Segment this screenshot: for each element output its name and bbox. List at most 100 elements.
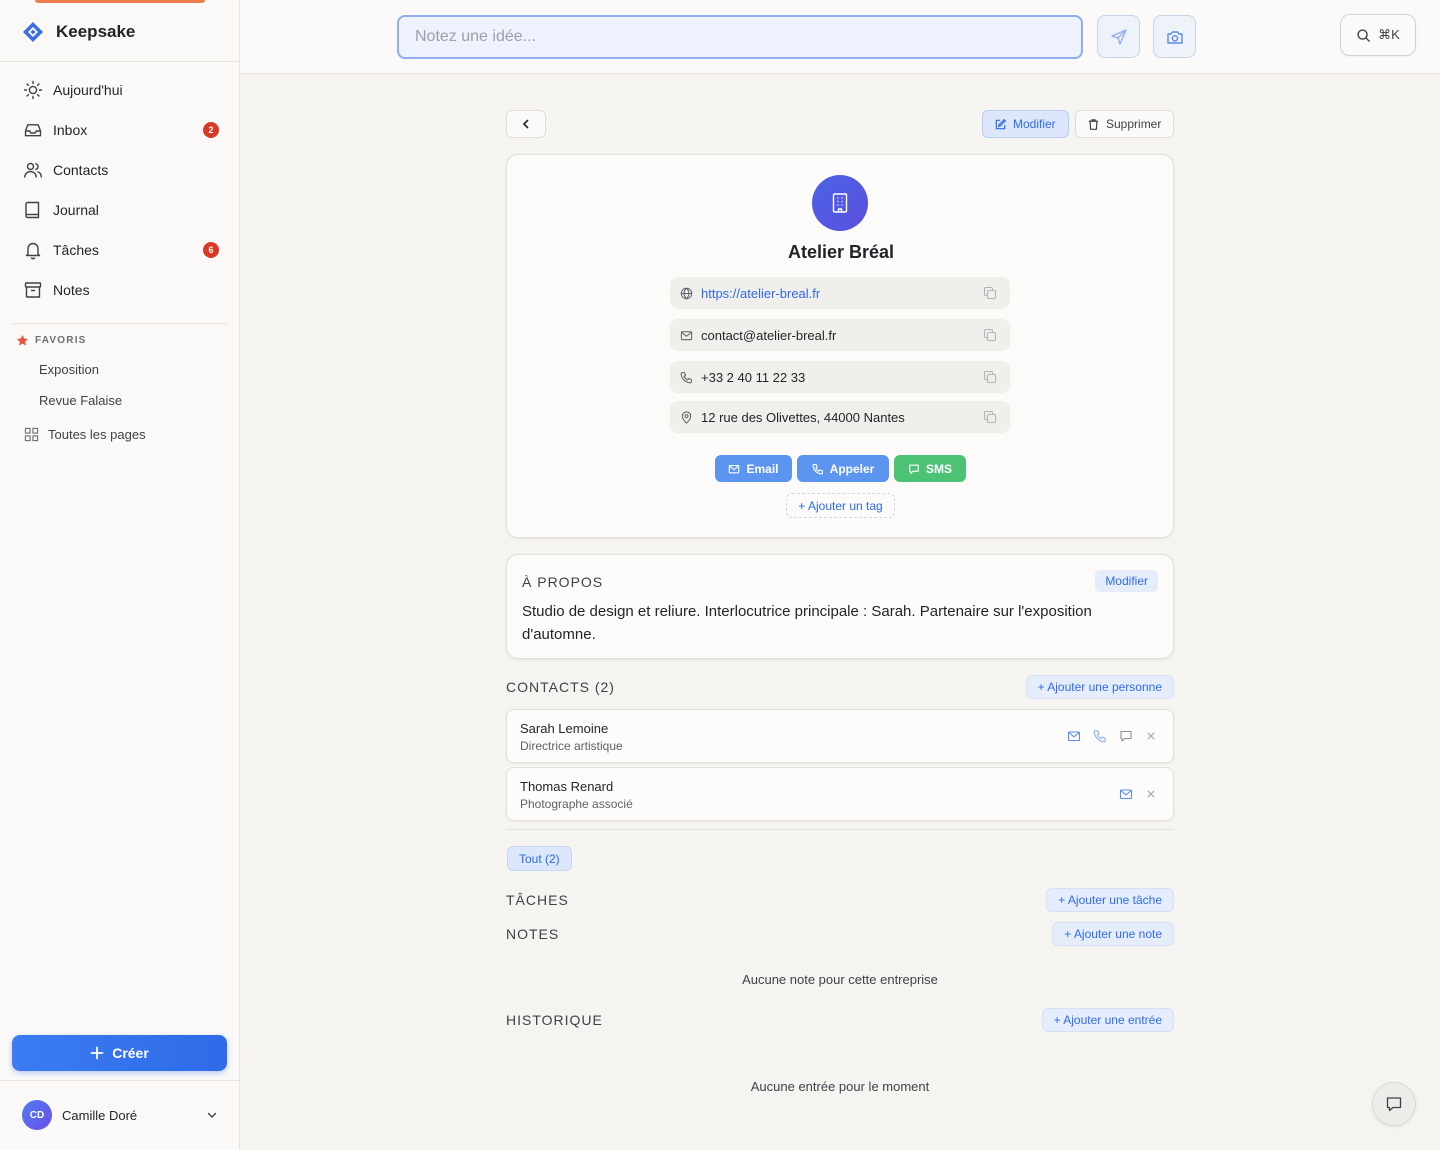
sidebar-divider [0, 61, 239, 62]
add-person-button[interactable]: + Ajouter une personne [1025, 675, 1174, 699]
favorites-title: FAVORIS [35, 335, 87, 346]
message-icon [908, 463, 920, 475]
star-icon [16, 334, 29, 347]
add-task-button[interactable]: + Ajouter une tâche [1046, 888, 1174, 912]
sidebar-item-inbox[interactable]: Inbox 2 [12, 110, 227, 150]
phone-value[interactable]: +33 2 40 11 22 33 [701, 370, 805, 385]
email-button[interactable]: Email [715, 455, 792, 482]
bell-icon [23, 240, 43, 260]
copy-icon[interactable] [983, 328, 997, 342]
tasks-count-badge: 6 [203, 242, 219, 258]
create-label: Créer [112, 1045, 149, 1061]
email-row: contact@atelier-breal.fr [670, 319, 1010, 351]
users-icon [23, 160, 43, 180]
sidebar-item-label: Contacts [53, 162, 109, 178]
grid-icon [24, 427, 39, 442]
add-entry-button[interactable]: + Ajouter une entrée [1041, 1008, 1174, 1032]
trash-icon [1087, 118, 1100, 131]
sidebar-item-journal[interactable]: Journal [12, 190, 227, 230]
inbox-icon [23, 120, 43, 140]
favorite-item[interactable]: Revue Falaise [39, 393, 122, 408]
copy-icon[interactable] [983, 370, 997, 384]
send-icon [1110, 28, 1128, 46]
contacts-header: CONTACTS (2) + Ajouter une personne [506, 675, 1174, 699]
website-row: https://atelier-breal.fr [670, 277, 1010, 309]
delete-label: Supprimer [1106, 117, 1162, 131]
plus-icon [90, 1046, 104, 1060]
edit-button[interactable]: Modifier [982, 110, 1069, 138]
address-value[interactable]: 12 rue des Olivettes, 44000 Nantes [701, 410, 905, 425]
avatar: CD [22, 1100, 52, 1130]
mail-icon[interactable] [1067, 729, 1081, 743]
map-pin-icon [680, 410, 693, 424]
add-note-button[interactable]: + Ajouter une note [1052, 922, 1174, 946]
notes-title: NOTES [506, 926, 560, 942]
archive-icon [23, 280, 43, 300]
history-empty-state: Aucune entrée pour le moment [750, 1079, 930, 1094]
tasks-header: TÂCHES + Ajouter une tâche [506, 888, 1174, 912]
phone-icon [680, 371, 693, 384]
keepsake-logo-icon [22, 21, 44, 43]
call-button[interactable]: Appeler [797, 455, 889, 482]
favorite-item[interactable]: Exposition [39, 362, 99, 377]
close-icon[interactable] [1145, 788, 1157, 800]
sms-button-label: SMS [925, 461, 952, 476]
close-icon[interactable] [1145, 730, 1157, 742]
company-card: Atelier Bréal https://atelier-breal.fr c… [506, 154, 1174, 538]
sidebar-item-label: Aujourd'hui [53, 82, 123, 98]
person-role: Directrice artistique [520, 739, 623, 753]
phone-icon [812, 463, 824, 475]
add-tag-button[interactable]: + Ajouter un tag [786, 493, 895, 518]
all-pages-link[interactable]: Toutes les pages [24, 427, 146, 442]
email-button-label: Email [746, 461, 779, 476]
copy-icon[interactable] [983, 410, 997, 424]
mail-icon[interactable] [1119, 787, 1133, 801]
message-icon[interactable] [1119, 729, 1133, 743]
sidebar-item-today[interactable]: Aujourd'hui [12, 70, 227, 110]
list-item[interactable]: Sarah Lemoine Directrice artistique [506, 709, 1174, 763]
phone-icon[interactable] [1093, 729, 1107, 743]
sidebar-item-tasks[interactable]: Tâches 6 [12, 230, 227, 270]
chat-button[interactable] [1372, 1082, 1416, 1126]
mail-icon [680, 329, 693, 342]
contacts-title: CONTACTS (2) [506, 679, 615, 695]
command-palette-button[interactable]: ⌘K [1340, 14, 1416, 56]
user-menu[interactable]: CD Camille Doré [22, 1100, 218, 1130]
sidebar-item-label: Notes [53, 282, 90, 298]
notes-empty-state: Aucune note pour cette entreprise [742, 972, 938, 987]
about-edit-button[interactable]: Modifier [1095, 570, 1158, 592]
tab-all[interactable]: Tout (2) [507, 846, 572, 871]
email-value[interactable]: contact@atelier-breal.fr [701, 328, 836, 343]
copy-icon[interactable] [983, 286, 997, 300]
chevron-down-icon [206, 1109, 218, 1121]
sidebar-nav: Aujourd'hui Inbox 2 Contacts Journal Tâc… [12, 70, 227, 310]
list-item[interactable]: Thomas Renard Photographe associé [506, 767, 1174, 821]
search-icon [1356, 28, 1371, 43]
chevron-left-icon [520, 118, 532, 130]
call-button-label: Appeler [829, 461, 875, 476]
camera-button[interactable] [1153, 15, 1196, 58]
sidebar-item-notes[interactable]: Notes [12, 270, 227, 310]
shortcut-label: ⌘K [1378, 27, 1400, 42]
delete-button[interactable]: Supprimer [1075, 110, 1174, 138]
favorites-header: FAVORIS [16, 334, 87, 347]
tasks-title: TÂCHES [506, 892, 569, 908]
website-link[interactable]: https://atelier-breal.fr [701, 286, 820, 301]
send-button[interactable] [1097, 15, 1140, 58]
sidebar-item-contacts[interactable]: Contacts [12, 150, 227, 190]
address-row: 12 rue des Olivettes, 44000 Nantes [670, 401, 1010, 433]
back-button[interactable] [506, 110, 546, 138]
phone-row: +33 2 40 11 22 33 [670, 361, 1010, 393]
sidebar-accent-bar [35, 0, 205, 3]
sms-button[interactable]: SMS [894, 455, 966, 482]
quick-note-input[interactable] [397, 15, 1083, 59]
globe-icon [680, 287, 693, 300]
create-button[interactable]: Créer [12, 1035, 227, 1071]
brand[interactable]: Keepsake [22, 21, 135, 43]
sidebar: Keepsake Aujourd'hui Inbox 2 Contacts Jo… [0, 0, 240, 1150]
edit-icon [994, 118, 1007, 131]
sidebar-divider [0, 1080, 239, 1081]
history-title: HISTORIQUE [506, 1012, 603, 1028]
top-bar: ⌘K [240, 0, 1440, 74]
user-name: Camille Doré [62, 1107, 138, 1123]
